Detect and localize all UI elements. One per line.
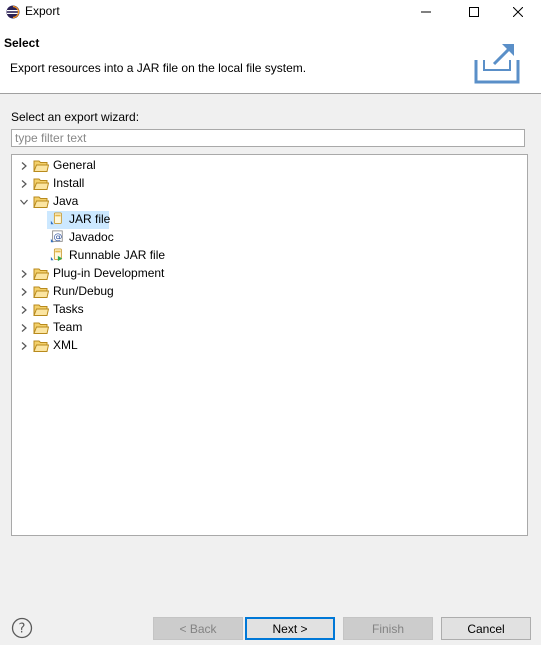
- cancel-button[interactable]: Cancel: [441, 617, 531, 640]
- folder-icon: [33, 286, 49, 298]
- folder-icon: [33, 340, 49, 352]
- tree-item-general[interactable]: General: [12, 157, 527, 175]
- tree-item-tasks[interactable]: Tasks: [12, 301, 527, 319]
- tree-item-java[interactable]: Java: [12, 193, 527, 211]
- folder-icon: [33, 304, 49, 316]
- filter-input[interactable]: [11, 129, 525, 147]
- eclipse-icon: [6, 5, 20, 19]
- chevron-right-icon[interactable]: [19, 323, 29, 333]
- folder-icon: [33, 160, 49, 172]
- window-title: Export: [25, 4, 60, 18]
- folder-icon: [33, 268, 49, 280]
- title-bar: Export: [0, 0, 541, 24]
- folder-icon: [33, 178, 49, 190]
- folder-open-icon: [33, 196, 49, 208]
- finish-button[interactable]: Finish: [343, 617, 433, 640]
- wizard-tree[interactable]: General Install Java JAR file @ Javadoc: [11, 154, 528, 536]
- tree-item-label: Javadoc: [69, 230, 114, 244]
- tree-item-plugin-development[interactable]: Plug-in Development: [12, 265, 527, 283]
- tree-item-label: XML: [53, 338, 78, 352]
- tree-item-label: Tasks: [53, 302, 84, 316]
- folder-icon: [33, 322, 49, 334]
- svg-text:?: ?: [19, 622, 26, 637]
- chevron-right-icon[interactable]: [19, 341, 29, 351]
- javadoc-icon: @: [50, 230, 63, 243]
- tree-item-label: Runnable JAR file: [69, 248, 166, 262]
- tree-item-label: Team: [53, 320, 83, 334]
- tree-item-jar-file[interactable]: JAR file: [12, 211, 527, 229]
- minimize-button[interactable]: [403, 0, 449, 24]
- tree-item-label: Install: [53, 176, 85, 190]
- tree-item-runnable-jar[interactable]: Runnable JAR file: [12, 247, 527, 265]
- tree-item-label: JAR file: [69, 212, 111, 226]
- tree-item-xml[interactable]: XML: [12, 337, 527, 355]
- tree-item-team[interactable]: Team: [12, 319, 527, 337]
- close-button[interactable]: [495, 0, 541, 24]
- next-button[interactable]: Next >: [245, 617, 335, 640]
- chevron-right-icon[interactable]: [19, 269, 29, 279]
- wizard-label: Select an export wizard:: [11, 110, 140, 124]
- page-description: Export resources into a JAR file on the …: [10, 61, 307, 75]
- chevron-right-icon[interactable]: [19, 161, 29, 171]
- tree-item-javadoc[interactable]: @ Javadoc: [12, 229, 527, 247]
- jar-file-icon: [50, 212, 62, 225]
- tree-item-install[interactable]: Install: [12, 175, 527, 193]
- tree-item-run-debug[interactable]: Run/Debug: [12, 283, 527, 301]
- svg-text:@: @: [54, 233, 63, 243]
- wizard-header: Select Export resources into a JAR file …: [0, 24, 541, 94]
- chevron-down-icon[interactable]: [19, 197, 29, 207]
- page-title: Select: [4, 36, 40, 50]
- tree-item-label: Plug-in Development: [53, 266, 165, 280]
- maximize-button[interactable]: [451, 0, 497, 24]
- runnable-jar-icon: [50, 248, 63, 262]
- back-button[interactable]: < Back: [153, 617, 243, 640]
- maximize-icon: [469, 7, 479, 17]
- chevron-right-icon[interactable]: [19, 179, 29, 189]
- chevron-right-icon[interactable]: [19, 305, 29, 315]
- tree-item-label: Run/Debug: [53, 284, 114, 298]
- export-banner-icon: [474, 44, 520, 84]
- tree-item-label: Java: [53, 194, 79, 208]
- close-icon: [513, 7, 523, 17]
- chevron-right-icon[interactable]: [19, 287, 29, 297]
- help-icon[interactable]: ?: [11, 617, 33, 639]
- tree-item-label: General: [53, 158, 96, 172]
- minimize-icon: [421, 11, 431, 13]
